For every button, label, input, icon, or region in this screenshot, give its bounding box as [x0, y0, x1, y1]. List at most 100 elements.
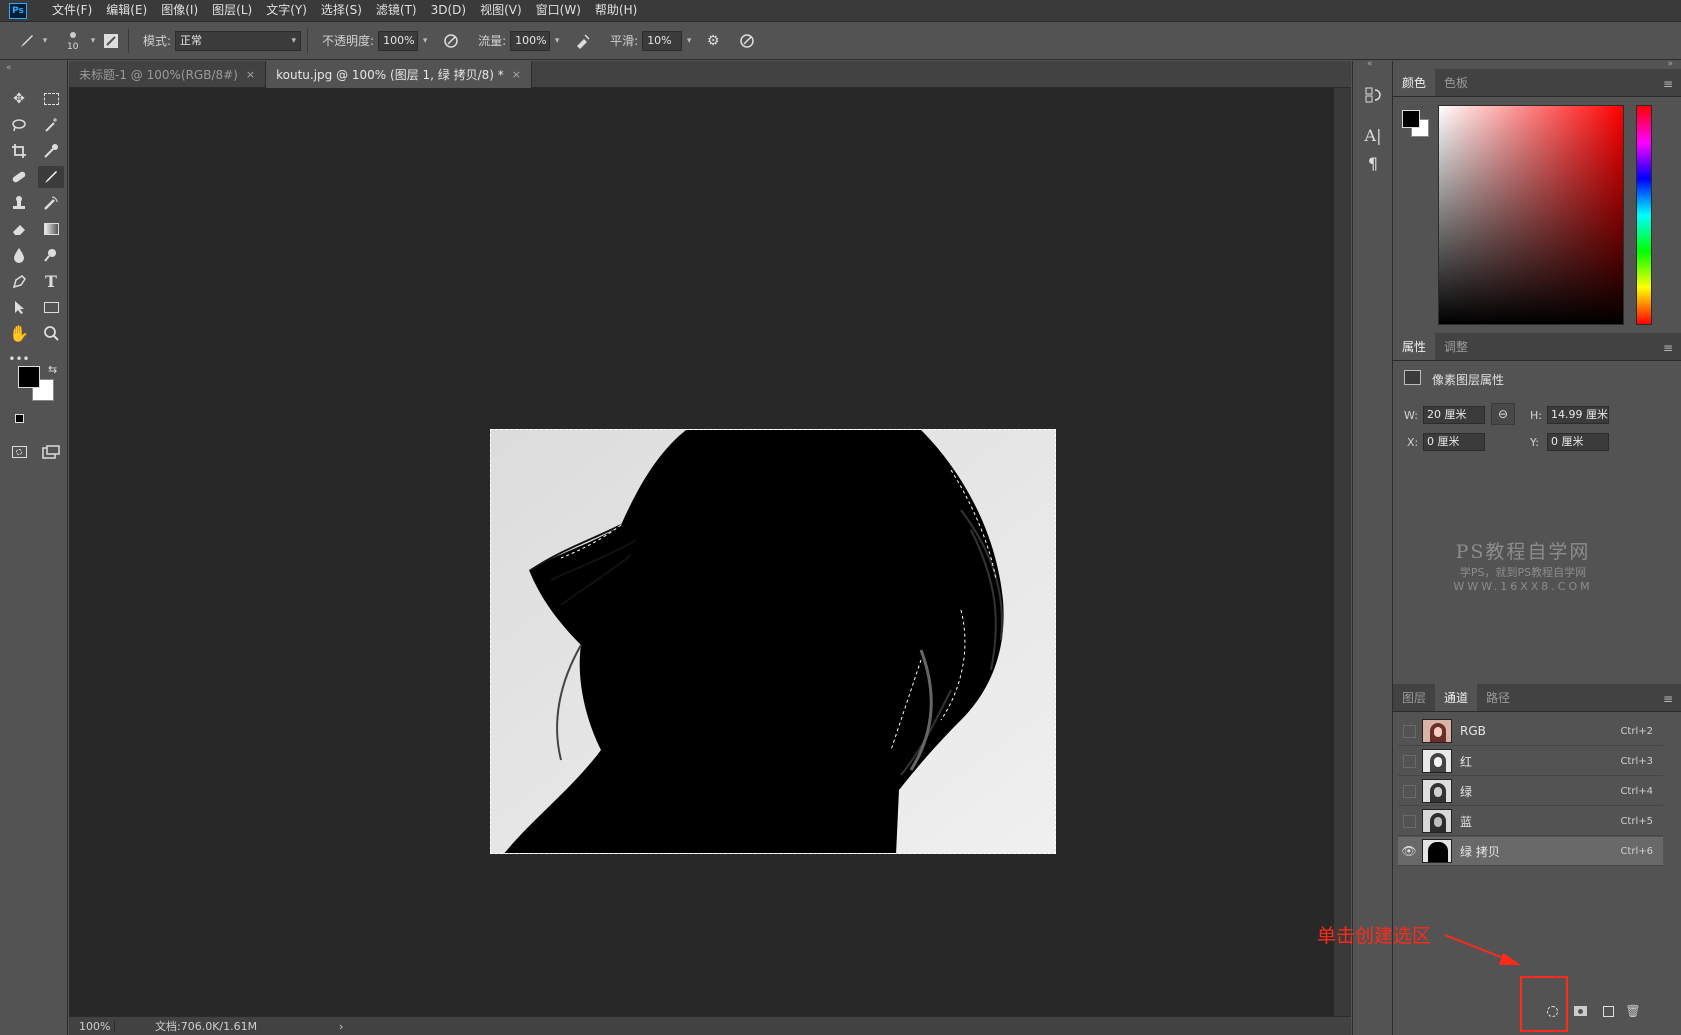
y-input[interactable]: 0 厘米: [1547, 433, 1609, 451]
collapse-arrows-icon[interactable]: «: [6, 63, 12, 73]
visibility-toggle[interactable]: [1398, 807, 1420, 836]
expand-arrows-icon[interactable]: »: [1667, 59, 1673, 69]
channel-row-blue[interactable]: 蓝 Ctrl+5: [1398, 807, 1663, 836]
tab-properties[interactable]: 属性: [1393, 333, 1436, 360]
history-panel-icon[interactable]: [1361, 83, 1385, 107]
tab-layers[interactable]: 图层: [1393, 684, 1435, 711]
tab-paths[interactable]: 路径: [1477, 684, 1519, 711]
magic-wand-tool-icon[interactable]: [38, 114, 64, 136]
menu-select[interactable]: 选择(S): [314, 0, 369, 21]
zoom-tool-icon[interactable]: [38, 322, 64, 344]
canvas-area[interactable]: [69, 88, 1334, 1016]
character-panel-icon[interactable]: A|: [1361, 123, 1385, 147]
type-tool-icon[interactable]: T: [38, 270, 64, 292]
visibility-toggle[interactable]: [1398, 777, 1420, 806]
save-selection-as-channel-icon[interactable]: [1571, 1002, 1589, 1020]
brush-tool-icon[interactable]: [38, 166, 64, 188]
tab-swatches[interactable]: 色板: [1435, 69, 1477, 96]
menu-file[interactable]: 文件(F): [45, 0, 99, 21]
flow-label: 流量:: [478, 34, 507, 48]
tab-koutu[interactable]: koutu.jpg @ 100% (图层 1, 绿 拷贝/8) * ×: [266, 61, 532, 88]
menu-edit[interactable]: 编辑(E): [99, 0, 154, 21]
brush-tool-preset-icon[interactable]: [16, 30, 38, 52]
new-channel-icon[interactable]: [1599, 1002, 1617, 1020]
vertical-scrollbar[interactable]: [1334, 88, 1351, 1016]
channel-image[interactable]: [490, 429, 1056, 854]
rectangle-tool-icon[interactable]: [38, 296, 64, 318]
default-colors-icon[interactable]: [15, 414, 24, 423]
gear-icon[interactable]: ⚙: [702, 30, 724, 52]
height-input[interactable]: 14.99 厘米: [1547, 406, 1609, 424]
channel-row-red[interactable]: 红 Ctrl+3: [1398, 747, 1663, 776]
channel-row-green[interactable]: 绿 Ctrl+4: [1398, 777, 1663, 806]
smoothing-input[interactable]: 10%: [642, 30, 683, 51]
menu-image[interactable]: 图像(I): [154, 0, 205, 21]
chevron-down-icon[interactable]: ▾: [550, 31, 564, 51]
tab-color[interactable]: 颜色: [1393, 69, 1436, 96]
paragraph-panel-icon[interactable]: ¶: [1361, 151, 1385, 175]
pressure-size-icon[interactable]: [736, 30, 758, 52]
flow-input[interactable]: 100%: [510, 30, 551, 51]
visibility-toggle[interactable]: [1398, 747, 1420, 776]
color-foreground-swatch[interactable]: [1402, 110, 1420, 128]
foreground-color-swatch[interactable]: [18, 366, 40, 388]
panel-menu-icon[interactable]: ≡: [1663, 77, 1673, 91]
tab-untitled-1[interactable]: 未标题-1 @ 100%(RGB/8#) ×: [69, 61, 267, 88]
gradient-tool-icon[interactable]: [38, 218, 64, 240]
hand-tool-icon[interactable]: ✋: [6, 322, 32, 344]
visibility-toggle[interactable]: [1398, 717, 1420, 746]
chevron-down-icon[interactable]: ▾: [38, 31, 52, 51]
marquee-tool-icon[interactable]: [38, 88, 64, 110]
quick-mask-icon[interactable]: [6, 441, 32, 463]
dodge-tool-icon[interactable]: [38, 244, 64, 266]
menu-3d[interactable]: 3D(D): [424, 0, 473, 21]
crop-tool-icon[interactable]: [6, 140, 32, 162]
menu-type[interactable]: 文字(Y): [259, 0, 314, 21]
close-icon[interactable]: ×: [512, 68, 521, 81]
screen-mode-icon[interactable]: [38, 441, 64, 463]
airbrush-icon[interactable]: [572, 30, 594, 52]
width-input[interactable]: 20 厘米: [1423, 406, 1485, 424]
tab-adjustments[interactable]: 调整: [1435, 333, 1477, 360]
status-menu-arrow[interactable]: ›: [339, 1020, 343, 1033]
pressure-opacity-icon[interactable]: [440, 30, 462, 52]
mode-select[interactable]: 正常 ▾: [175, 30, 302, 51]
menu-filter[interactable]: 滤镜(T): [369, 0, 424, 21]
chevron-down-icon[interactable]: ▾: [86, 31, 100, 51]
trash-icon[interactable]: 🗑: [1624, 1002, 1642, 1020]
eyedropper-tool-icon[interactable]: [38, 140, 64, 162]
eye-icon[interactable]: 👁: [1398, 837, 1420, 866]
pen-tool-icon[interactable]: [6, 270, 32, 292]
menu-help[interactable]: 帮助(H): [588, 0, 644, 21]
collapse-arrows-icon[interactable]: «: [1367, 59, 1373, 69]
brush-panel-toggle-icon[interactable]: [100, 30, 122, 52]
link-icon[interactable]: ⊖: [1491, 403, 1515, 425]
hue-slider[interactable]: [1636, 105, 1652, 325]
opacity-input[interactable]: 100%: [378, 30, 419, 51]
zoom-level[interactable]: 100%: [69, 1019, 115, 1033]
clone-stamp-tool-icon[interactable]: [6, 192, 32, 214]
channel-row-green-copy[interactable]: 👁 绿 拷贝 Ctrl+6: [1398, 837, 1663, 866]
close-icon[interactable]: ×: [246, 68, 255, 81]
x-input[interactable]: 0 厘米: [1423, 433, 1485, 451]
chevron-down-icon[interactable]: ▾: [418, 31, 432, 51]
path-selection-tool-icon[interactable]: [6, 296, 32, 318]
chevron-down-icon[interactable]: ▾: [682, 31, 696, 51]
history-brush-tool-icon[interactable]: [38, 192, 64, 214]
tab-channels[interactable]: 通道: [1435, 684, 1478, 711]
eraser-tool-icon[interactable]: [6, 218, 32, 240]
healing-brush-tool-icon[interactable]: [6, 166, 32, 188]
panel-menu-icon[interactable]: ≡: [1663, 341, 1673, 355]
blur-tool-icon[interactable]: [6, 244, 32, 266]
swap-colors-icon[interactable]: ⇆: [48, 363, 57, 376]
color-picker-field[interactable]: [1438, 105, 1624, 325]
menu-layer[interactable]: 图层(L): [205, 0, 259, 21]
menu-window[interactable]: 窗口(W): [529, 0, 588, 21]
channel-row-rgb[interactable]: RGB Ctrl+2: [1398, 717, 1663, 746]
brush-size-picker[interactable]: 10: [62, 26, 86, 56]
menu-view[interactable]: 视图(V): [473, 0, 529, 21]
move-tool-icon[interactable]: ✥: [6, 88, 32, 110]
panel-menu-icon[interactable]: ≡: [1663, 692, 1673, 706]
load-channel-as-selection-icon[interactable]: [1543, 1002, 1561, 1020]
lasso-tool-icon[interactable]: [6, 114, 32, 136]
